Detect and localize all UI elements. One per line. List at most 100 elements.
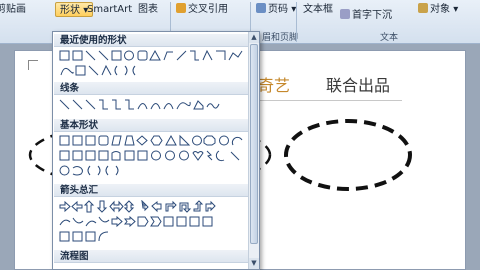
- dashed-ellipse-right[interactable]: [284, 119, 412, 191]
- scroll-down-arrow-icon[interactable]: ▼: [249, 258, 259, 269]
- scroll-up-arrow-icon[interactable]: ▲: [249, 32, 259, 43]
- notched-right-arrow-icon[interactable]: [123, 215, 136, 228]
- l-shape-icon[interactable]: [85, 150, 96, 161]
- shapes-panel-scrollbar[interactable]: ▲ ▼: [248, 32, 259, 269]
- diamond-icon[interactable]: [136, 135, 148, 146]
- flowchart-shape-icon[interactable]: [75, 65, 86, 76]
- rectangle-icon[interactable]: [85, 135, 96, 146]
- u-turn-arrow-icon[interactable]: [179, 202, 192, 213]
- lightning-bolt-icon[interactable]: [206, 150, 213, 161]
- frame-icon[interactable]: [59, 150, 70, 161]
- hexagon-icon[interactable]: [150, 135, 163, 146]
- elbow-connector-icon[interactable]: [163, 51, 173, 61]
- isosceles-triangle-icon[interactable]: [165, 134, 177, 146]
- cube-icon[interactable]: [124, 150, 135, 161]
- plaque-icon[interactable]: [98, 150, 109, 161]
- octagon-icon[interactable]: [203, 135, 216, 146]
- line-icon[interactable]: [88, 65, 99, 76]
- elbow-arrow-icon[interactable]: [190, 50, 199, 61]
- cloud-icon[interactable]: [72, 166, 83, 176]
- elbow-double-arrow-icon[interactable]: [125, 99, 134, 110]
- arrow-line-icon[interactable]: [98, 50, 109, 61]
- wedge-icon[interactable]: [101, 64, 112, 76]
- left-arrow-icon[interactable]: [71, 200, 83, 213]
- bevel-icon[interactable]: [137, 150, 148, 161]
- elbow-connector-icon[interactable]: [99, 99, 108, 110]
- striped-right-arrow-icon[interactable]: [111, 215, 123, 228]
- left-brace-icon[interactable]: [114, 65, 118, 76]
- curved-right-arrow-icon[interactable]: [59, 219, 71, 226]
- left-arrow-callout-icon[interactable]: [176, 216, 187, 227]
- freeform-line-icon[interactable]: [228, 50, 243, 61]
- up-arrow-callout-icon[interactable]: [189, 216, 200, 227]
- arc-icon[interactable]: [231, 136, 243, 146]
- left-right-up-arrow-icon[interactable]: [151, 200, 162, 213]
- parallelogram-icon[interactable]: [111, 135, 122, 146]
- donut-icon[interactable]: [219, 135, 229, 146]
- trapezoid-icon[interactable]: [124, 135, 135, 146]
- textbox-icon[interactable]: [59, 135, 70, 146]
- block-arc-icon[interactable]: [179, 150, 189, 161]
- vertical-textbox-icon[interactable]: [72, 50, 83, 61]
- left-bracket-icon[interactable]: [105, 165, 109, 176]
- right-triangle-icon[interactable]: [179, 134, 191, 146]
- quad-arrow-icon[interactable]: [141, 200, 149, 212]
- down-arrow-icon[interactable]: [96, 200, 108, 213]
- left-bracket-icon[interactable]: [132, 65, 136, 76]
- curved-down-arrow-icon[interactable]: [98, 216, 110, 223]
- half-frame-icon[interactable]: [72, 150, 83, 161]
- bent-arrow-icon[interactable]: [216, 50, 226, 60]
- arrow-icon[interactable]: [72, 99, 83, 110]
- right-arrow-icon[interactable]: [59, 200, 71, 213]
- double-arrow-icon[interactable]: [85, 99, 96, 110]
- sun-icon[interactable]: [59, 165, 70, 176]
- can-icon[interactable]: [111, 151, 121, 161]
- pentagon-arrow-icon[interactable]: [137, 216, 149, 227]
- right-brace-icon[interactable]: [124, 65, 128, 76]
- elbow-arrow-connector-icon[interactable]: [112, 99, 121, 110]
- curved-arrow-connector-icon[interactable]: [150, 103, 161, 110]
- freeform-icon[interactable]: [193, 100, 204, 110]
- left-right-arrow-callout-icon[interactable]: [59, 231, 70, 242]
- no-symbol-icon[interactable]: [165, 150, 175, 161]
- right-arrow-callout-icon[interactable]: [163, 216, 174, 227]
- double-bracket-icon[interactable]: [87, 165, 91, 176]
- curved-double-arrow-icon[interactable]: [163, 103, 174, 110]
- up-down-arrow-callout-icon[interactable]: [72, 231, 83, 242]
- wand-icon[interactable]: [230, 151, 240, 161]
- curved-left-arrow-icon[interactable]: [72, 217, 84, 224]
- curved-up-arrow-icon[interactable]: [85, 220, 97, 227]
- up-down-arrow-icon[interactable]: [123, 200, 135, 213]
- rounded-rectangle-icon[interactable]: [98, 135, 109, 146]
- rectangle-icon[interactable]: [111, 50, 122, 61]
- scroll-thumb[interactable]: [250, 44, 258, 244]
- double-brace-icon[interactable]: [97, 165, 101, 176]
- diagonal-arrow-icon[interactable]: [176, 50, 187, 61]
- quad-arrow-callout-icon[interactable]: [85, 231, 96, 242]
- curved-connector-icon[interactable]: [137, 103, 148, 110]
- chevron-arrow-icon[interactable]: [150, 216, 162, 227]
- bent-up-arrow-icon[interactable]: [205, 200, 216, 212]
- curve-icon[interactable]: [176, 101, 191, 110]
- down-arrow-callout-icon[interactable]: [202, 216, 213, 227]
- moon-icon[interactable]: [215, 150, 225, 162]
- cloud-shape-icon[interactable]: [60, 67, 74, 76]
- circular-arrow-icon[interactable]: [98, 231, 109, 242]
- bent-arrow-icon[interactable]: [165, 200, 177, 212]
- oval-icon[interactable]: [124, 50, 134, 61]
- vertical-textbox-icon[interactable]: [72, 135, 83, 146]
- smiley-face-icon[interactable]: [151, 150, 161, 161]
- textbox-shape-icon[interactable]: [59, 50, 70, 61]
- oval-icon[interactable]: [192, 135, 202, 146]
- line-icon[interactable]: [85, 50, 96, 61]
- up-arrow-icon[interactable]: [83, 200, 95, 213]
- scribble-icon[interactable]: [206, 103, 220, 109]
- chevron-shape-icon[interactable]: [202, 49, 213, 61]
- left-right-arrow-icon[interactable]: [109, 200, 124, 213]
- heart-icon[interactable]: [192, 151, 204, 161]
- left-up-arrow-icon[interactable]: [193, 200, 204, 212]
- straight-line-icon[interactable]: [59, 99, 70, 110]
- triangle-icon[interactable]: [149, 49, 161, 61]
- right-bracket-icon[interactable]: [115, 165, 119, 176]
- rounded-rectangle-icon[interactable]: [137, 50, 148, 61]
